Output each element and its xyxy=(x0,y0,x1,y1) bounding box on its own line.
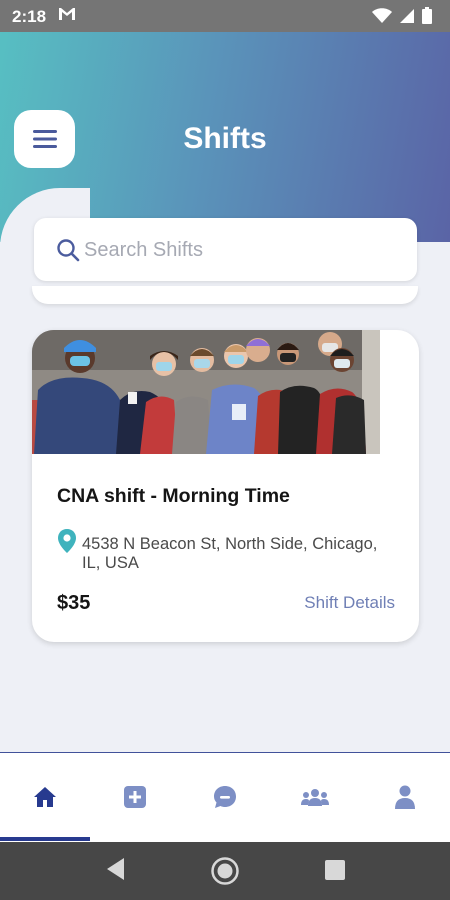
nav-group[interactable] xyxy=(270,753,360,841)
recents-icon[interactable] xyxy=(324,859,346,886)
active-tab-indicator xyxy=(0,837,90,841)
nav-chat[interactable] xyxy=(180,753,270,841)
signal-icon xyxy=(400,8,414,23)
shift-address: 4538 N Beacon St, North Side, Chicago, I… xyxy=(82,535,378,572)
wifi-icon xyxy=(372,7,392,23)
page-title: Shifts xyxy=(183,122,267,155)
nav-home[interactable] xyxy=(0,753,90,841)
search-input[interactable] xyxy=(84,236,404,264)
shift-pay: $35 xyxy=(57,592,91,614)
profile-icon xyxy=(395,785,415,809)
status-time: 2:18 xyxy=(12,7,47,26)
status-icons xyxy=(372,7,432,24)
home-icon xyxy=(34,787,56,807)
back-icon[interactable] xyxy=(104,856,126,887)
shift-card[interactable]: CNA shift - Morning Time 4538 N Beacon S… xyxy=(32,330,419,642)
shift-photo xyxy=(32,330,380,454)
search-box[interactable] xyxy=(34,218,417,281)
location-pin-icon xyxy=(57,528,77,559)
group-icon xyxy=(301,789,329,806)
gmail-icon xyxy=(58,7,76,25)
status-bar: 2:18 xyxy=(0,0,450,32)
android-nav-bar xyxy=(0,842,450,900)
home-circle-icon[interactable] xyxy=(210,856,240,891)
shift-details-link[interactable]: Shift Details xyxy=(304,593,395,613)
shift-title: CNA shift - Morning Time xyxy=(57,485,290,507)
battery-icon xyxy=(422,7,432,24)
nav-profile[interactable] xyxy=(360,753,450,841)
nav-add[interactable] xyxy=(90,753,180,841)
bottom-nav xyxy=(0,752,450,842)
chat-icon xyxy=(214,786,236,808)
search-icon xyxy=(56,238,80,267)
previous-shift-card[interactable] xyxy=(32,286,418,304)
add-icon xyxy=(124,786,146,808)
